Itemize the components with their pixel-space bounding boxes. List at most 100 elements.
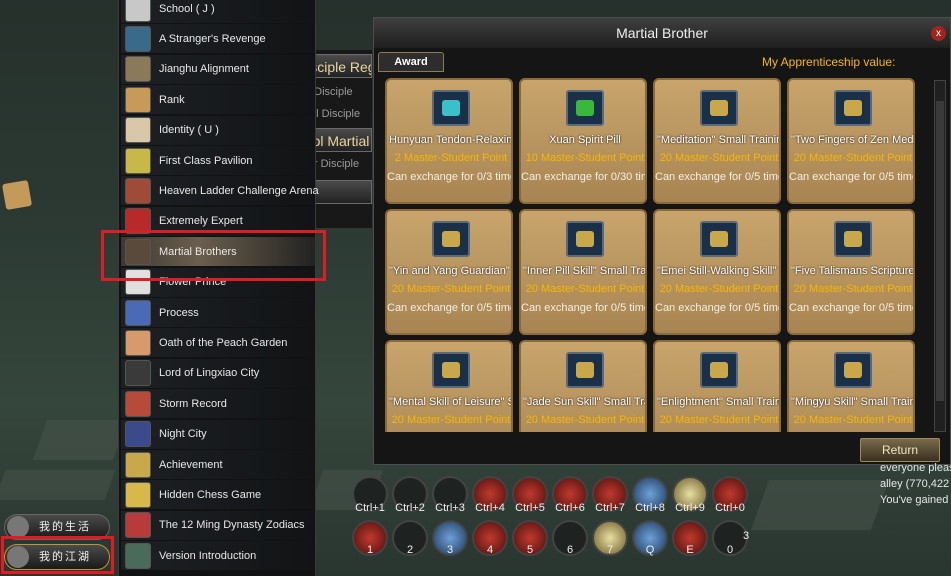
award-card[interactable]: "Yin and Yang Guardian" Small Training S… bbox=[385, 209, 513, 335]
award-card[interactable]: "Two Fingers of Zen Meditation" Small Tr… bbox=[787, 78, 915, 204]
skill-hotkey-label: 2 bbox=[406, 544, 414, 556]
item-points: 20 Master-Student Point bbox=[525, 414, 645, 426]
item-icon bbox=[432, 352, 470, 388]
item-icon bbox=[432, 221, 470, 257]
menu-item-identity-u[interactable]: Identity ( U ) bbox=[121, 115, 315, 145]
skill-bar: Ctrl+1 1 Ctrl+2 2 Ctrl+3 3 Ctrl+4 4 Ctrl+5 5 Ctrl+… bbox=[348, 472, 768, 576]
scrollbar-thumb[interactable] bbox=[936, 101, 944, 401]
item-exchange-limit: Can exchange for 0/5 times today bbox=[521, 431, 645, 432]
menu-item-label: First Class Pavilion bbox=[159, 154, 253, 167]
menu-item-label: The 12 Ming Dynasty Zodiacs bbox=[159, 519, 305, 532]
scrollbar[interactable] bbox=[934, 80, 946, 432]
item-icon bbox=[834, 352, 872, 388]
item-exchange-limit: Can exchange for 0/5 times today bbox=[789, 171, 913, 183]
item-points: 2 Master-Student Point bbox=[394, 152, 508, 164]
menu-item-icon bbox=[125, 512, 151, 539]
item-icon-glyph bbox=[442, 362, 460, 378]
item-name: "Emei Still-Walking Skill" Small Trainin… bbox=[657, 265, 779, 277]
skill-hotkey-label: E bbox=[686, 544, 694, 556]
award-card[interactable]: "Mental Skill of Leisure" Small Training… bbox=[385, 340, 513, 432]
menu-item-version-introduction[interactable]: Version Introduction bbox=[121, 541, 315, 571]
menu-item-label: Rank bbox=[159, 93, 185, 106]
skill-hotkey-label: Ctrl+2 bbox=[395, 502, 425, 514]
menu-item-label: Lord of Lingxiao City bbox=[159, 367, 260, 380]
award-card[interactable]: "Mingyu Skill" Small Training Scroll 20 M… bbox=[787, 340, 915, 432]
item-name: "Mental Skill of Leisure" Small Training… bbox=[389, 396, 511, 408]
item-points: 20 Master-Student Point bbox=[659, 152, 779, 164]
menu-item-icon bbox=[125, 329, 151, 356]
award-grid: Hunyuan Tendon-Relaxing Pill (Day One) 2 … bbox=[385, 78, 919, 432]
item-exchange-limit: Can exchange for 0/5 times today bbox=[521, 302, 645, 314]
chat-line: You've gained bbox=[880, 494, 949, 506]
menu-item-label: Hidden Chess Game bbox=[159, 488, 262, 501]
scroll-icon[interactable] bbox=[1, 179, 33, 211]
menu-item-label: A Stranger's Revenge bbox=[159, 32, 266, 45]
menu-item-oath-of-the-peach-garden[interactable]: Oath of the Peach Garden bbox=[121, 328, 315, 358]
menu-item-label: Extremely Expert bbox=[159, 215, 243, 228]
chat-panel: everyone pleas alley (770,422 You've gai… bbox=[880, 460, 951, 520]
item-icon-glyph bbox=[710, 231, 728, 247]
item-points: 20 Master-Student Point bbox=[793, 152, 913, 164]
menu-item-icon bbox=[125, 451, 151, 478]
chat-line: everyone pleas bbox=[880, 462, 951, 474]
skill-hotkey-label: 0 bbox=[726, 544, 734, 556]
menu-item-achievement[interactable]: Achievement bbox=[121, 450, 315, 479]
menu-item-hidden-chess-game[interactable]: Hidden Chess Game bbox=[121, 480, 315, 510]
menu-item-rank[interactable]: Rank bbox=[121, 85, 315, 115]
item-name: "Five Talismans Scripture" Small Trainin… bbox=[791, 265, 915, 277]
item-icon-glyph bbox=[442, 100, 460, 116]
award-card[interactable]: Hunyuan Tendon-Relaxing Pill (Day One) 2 … bbox=[385, 78, 513, 204]
item-icon bbox=[566, 352, 604, 388]
ground-tile bbox=[0, 470, 116, 500]
menu-item-icon bbox=[125, 481, 151, 508]
award-card[interactable]: Xuan Spirit Pill 10 Master-Student Point C… bbox=[519, 78, 647, 204]
menu-item-a-stranger-s-revenge[interactable]: A Stranger's Revenge bbox=[121, 24, 315, 54]
my-life-label: 我的生活 bbox=[39, 521, 91, 533]
award-card[interactable]: "Inner Pill Skill" Small Training Scroll… bbox=[519, 209, 647, 335]
menu-item-label: Night City bbox=[159, 428, 207, 441]
item-points: 20 Master-Student Point bbox=[659, 283, 779, 295]
skill-hotkey-label: Ctrl+5 bbox=[515, 502, 545, 514]
item-icon bbox=[566, 221, 604, 257]
menu-item-night-city[interactable]: Night City bbox=[121, 419, 315, 449]
tab-award[interactable]: Award bbox=[378, 52, 444, 72]
martial-brother-window: Martial Brother x Award My Apprenticeshi… bbox=[373, 17, 951, 465]
item-exchange-limit: Can exchange for 0/5 times today bbox=[655, 171, 779, 183]
skill-hotkey-label: 3 bbox=[446, 544, 454, 556]
menu-item-label: Storm Record bbox=[159, 397, 227, 410]
close-icon[interactable]: x bbox=[931, 26, 946, 41]
item-exchange-limit: Can exchange for 0/5 times today bbox=[655, 431, 779, 432]
skill-hotkey-label: Ctrl+3 bbox=[435, 502, 465, 514]
chat-line: alley (770,422 bbox=[880, 478, 950, 490]
return-button[interactable]: Return bbox=[860, 438, 940, 462]
skill-hotkey-label: Ctrl+6 bbox=[555, 502, 585, 514]
menu-item-heaven-ladder-challenge-arena[interactable]: Heaven Ladder Challenge Arena bbox=[121, 176, 319, 206]
menu-item-process[interactable]: Process bbox=[121, 298, 315, 327]
skill-page-number[interactable]: 3 bbox=[736, 530, 756, 542]
award-card[interactable]: "Enlightment" Small Training Scroll 20 Ma… bbox=[653, 340, 781, 432]
award-card[interactable]: "Five Talismans Scripture" Small Trainin… bbox=[787, 209, 915, 335]
menu-item-school-j[interactable]: School ( J ) bbox=[121, 0, 315, 23]
menu-item-icon bbox=[125, 177, 151, 204]
item-points: 20 Master-Student Point bbox=[391, 414, 511, 426]
menu-item-lord-of-lingxiao-city[interactable]: Lord of Lingxiao City bbox=[121, 358, 315, 388]
menu-item-jianghu-alignment[interactable]: Jianghu Alignment bbox=[121, 54, 315, 84]
item-name: "Meditation" Small Training Scroll bbox=[657, 134, 779, 146]
item-exchange-limit: Can exchange for 0/5 times today bbox=[789, 431, 913, 432]
menu-item-first-class-pavilion[interactable]: First Class Pavilion bbox=[121, 146, 315, 175]
item-points: 20 Master-Student Point bbox=[525, 283, 645, 295]
skill-hotkey-label: Ctrl+4 bbox=[475, 502, 505, 514]
menu-item-icon bbox=[125, 147, 151, 174]
item-icon-glyph bbox=[844, 362, 862, 378]
menu-item-label: Identity ( U ) bbox=[159, 124, 219, 137]
award-card[interactable]: "Meditation" Small Training Scroll 20 Mas… bbox=[653, 78, 781, 204]
item-icon-glyph bbox=[576, 100, 594, 116]
item-icon-glyph bbox=[442, 231, 460, 247]
ground-tile bbox=[750, 480, 890, 530]
award-card[interactable]: "Jade Sun Skill" Small Training Scroll 20… bbox=[519, 340, 647, 432]
menu-item-the-12-ming-dynasty-zodiacs[interactable]: The 12 Ming Dynasty Zodiacs bbox=[121, 510, 315, 540]
item-icon-glyph bbox=[710, 100, 728, 116]
award-card[interactable]: "Emei Still-Walking Skill" Small Trainin… bbox=[653, 209, 781, 335]
menu-item-label: Oath of the Peach Garden bbox=[159, 336, 288, 349]
menu-item-storm-record[interactable]: Storm Record bbox=[121, 389, 315, 419]
